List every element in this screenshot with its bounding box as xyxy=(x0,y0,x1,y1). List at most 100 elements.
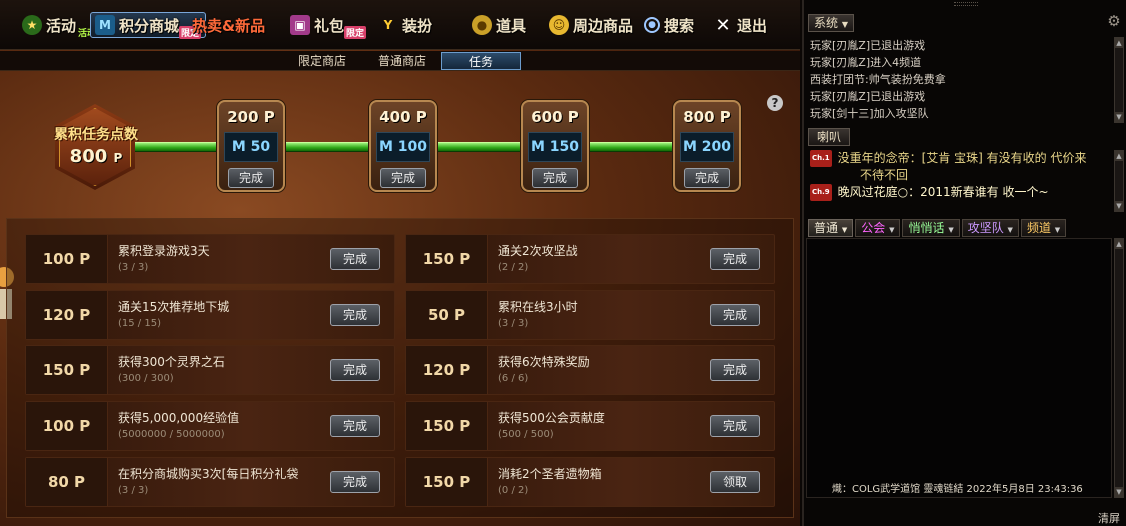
task-list: 100 P 累积登录游戏3天 (3 / 3) 完成 150 P 通关2次攻坚战 … xyxy=(6,218,794,518)
milestone-complete-button[interactable]: 完成 xyxy=(228,168,274,188)
scroll-down-icon[interactable]: ▼ xyxy=(1115,201,1123,211)
nav-points-mall[interactable]: M 积分商城 限定 xyxy=(90,12,207,39)
chat-scrollbar[interactable]: ▲ ▼ xyxy=(1114,238,1124,498)
milestone-points: 400 P xyxy=(379,108,427,126)
task-progress: (3 / 3) xyxy=(118,262,149,273)
tab-tasks[interactable]: 任务 xyxy=(441,52,521,70)
task-claim-button[interactable]: 领取 xyxy=(710,471,760,493)
tab-whisper[interactable]: 悄悄话 ▼ xyxy=(902,219,960,237)
tab-normal-shop[interactable]: 普通商店 xyxy=(370,52,434,70)
trophy-icon: Y xyxy=(383,18,393,32)
progress-bar-segment xyxy=(285,142,369,152)
system-label: 系统 xyxy=(814,16,839,30)
system-scrollbar[interactable]: ▲ ▼ xyxy=(1114,37,1124,123)
search-icon: ● xyxy=(644,17,660,33)
log-line: 西装打团节:帅气装扮免费拿 xyxy=(810,73,946,86)
clear-button[interactable]: 清屏 xyxy=(1098,510,1120,526)
scroll-down-icon[interactable]: ▼ xyxy=(1115,112,1123,122)
nav-label: 装扮 xyxy=(402,16,433,35)
task-points: 80 P xyxy=(26,458,108,506)
task-complete-button[interactable]: 完成 xyxy=(330,304,380,326)
task-progress: (3 / 3) xyxy=(498,318,529,329)
scroll-up-icon[interactable]: ▲ xyxy=(1115,239,1123,249)
horn-line: Ch.1 没重年的念帝：[艾肯 宝珠] 有没有收的 代价来 xyxy=(810,150,1110,167)
milestone-complete-button[interactable]: 完成 xyxy=(532,168,578,188)
task-complete-button[interactable]: 完成 xyxy=(710,248,760,270)
task-complete-button[interactable]: 完成 xyxy=(710,359,760,381)
horn-tab[interactable]: 喇叭 xyxy=(808,128,851,146)
task-name: 获得6次特殊奖励 xyxy=(498,355,590,369)
task-row: 100 P 累积登录游戏3天 (3 / 3) 完成 xyxy=(25,234,395,284)
tab-label: 频道 xyxy=(1026,221,1051,235)
tab-normal[interactable]: 普通 ▼ xyxy=(808,219,854,237)
task-complete-button[interactable]: 完成 xyxy=(330,471,380,493)
task-progress: (3 / 3) xyxy=(118,485,149,496)
task-name: 获得5,000,000经验值 xyxy=(118,411,240,425)
tab-raid[interactable]: 攻坚队 ▼ xyxy=(961,219,1019,237)
nav-merch[interactable]: ☺ 周边商品 xyxy=(549,12,633,38)
task-name: 消耗2个圣者遗物箱 xyxy=(498,467,602,481)
scroll-up-icon[interactable]: ▲ xyxy=(1115,38,1123,48)
task-name: 累积登录游戏3天 xyxy=(118,244,210,258)
milestone-complete-button[interactable]: 完成 xyxy=(380,168,426,188)
nav-label: 周边商品 xyxy=(573,16,634,35)
task-complete-button[interactable]: 完成 xyxy=(330,415,380,437)
tab-label: 悄悄话 xyxy=(908,221,945,235)
points-total: 800 P xyxy=(46,146,146,167)
nav-exit[interactable]: ✕ 退出 xyxy=(713,12,767,38)
points-value: 800 xyxy=(69,146,108,167)
close-icon: ✕ xyxy=(715,14,731,36)
game-panel: ★ 活动 活动 M 积分商城 限定 热卖&新品 ▣ 礼包 限定 Y 装扮 ● 道… xyxy=(0,0,800,526)
help-icon[interactable]: ? xyxy=(767,95,783,111)
task-complete-button[interactable]: 完成 xyxy=(330,359,380,381)
nav-search[interactable]: ● 搜索 xyxy=(644,12,694,38)
task-progress: (0 / 2) xyxy=(498,485,529,496)
task-points: 50 P xyxy=(406,291,488,339)
horn-log: Ch.1 没重年的念帝：[艾肯 宝珠] 有没有收的 代价来 不待不回 Ch.9 晚风… xyxy=(810,150,1110,210)
task-name: 在积分商城购买3次[每日积分礼袋 xyxy=(118,467,299,481)
chevron-down-icon: ▼ xyxy=(1054,226,1061,234)
scroll-down-icon[interactable]: ▼ xyxy=(1115,487,1123,497)
nav-items[interactable]: ● 道具 xyxy=(472,12,526,38)
chat-body xyxy=(806,238,1112,498)
drag-handle[interactable] xyxy=(954,2,978,6)
task-complete-button[interactable]: 完成 xyxy=(710,415,760,437)
task-points: 150 P xyxy=(406,458,488,506)
horn-scrollbar[interactable]: ▲ ▼ xyxy=(1114,150,1124,212)
milestone-reward: M 200 xyxy=(680,132,734,162)
tab-label: 普通 xyxy=(814,221,839,235)
gear-icon[interactable]: ⚙ xyxy=(1106,13,1122,29)
tab-guild[interactable]: 公会 ▼ xyxy=(855,219,901,237)
milestone-reward: M 50 xyxy=(224,132,278,162)
nav-hot-new[interactable]: 热卖&新品 xyxy=(192,12,265,38)
nav-avatar[interactable]: Y 装扮 xyxy=(378,12,432,38)
nav-gift[interactable]: ▣ 礼包 限定 xyxy=(290,12,367,39)
gift-icon: ▣ xyxy=(290,15,310,35)
nav-label: 搜索 xyxy=(664,16,695,35)
coin-icon: ● xyxy=(472,15,492,35)
tab-channel[interactable]: 频道 ▼ xyxy=(1020,219,1067,237)
system-channel-dropdown[interactable]: 系统 ▼ xyxy=(808,14,854,32)
nav-label: 积分商城 xyxy=(119,16,180,35)
task-row: 120 P 获得6次特殊奖励 (6 / 6) 完成 xyxy=(405,345,775,395)
chevron-down-icon: ▼ xyxy=(889,226,895,234)
task-complete-button[interactable]: 完成 xyxy=(710,304,760,326)
task-points: 150 P xyxy=(406,402,488,450)
milestone-complete-button[interactable]: 完成 xyxy=(684,168,730,188)
top-nav: ★ 活动 活动 M 积分商城 限定 热卖&新品 ▣ 礼包 限定 Y 装扮 ● 道… xyxy=(0,0,800,50)
task-row: 150 P 获得300个灵界之石 (300 / 300) 完成 xyxy=(25,345,395,395)
channel-badge: Ch.9 xyxy=(810,184,832,201)
smiley-icon: ☺ xyxy=(549,15,569,35)
nav-label: 退出 xyxy=(737,16,768,35)
chevron-down-icon: ▼ xyxy=(841,226,848,234)
nav-activity[interactable]: ★ 活动 活动 xyxy=(22,12,98,39)
task-points: 120 P xyxy=(406,346,488,394)
task-complete-button[interactable]: 完成 xyxy=(330,248,380,270)
milestone-reward: M 100 xyxy=(376,132,430,162)
task-row: 150 P 获得500公会贡献度 (500 / 500) 完成 xyxy=(405,401,775,451)
milestone-points: 800 P xyxy=(683,108,731,126)
scroll-up-icon[interactable]: ▲ xyxy=(1115,151,1123,161)
tab-limited-shop[interactable]: 限定商店 xyxy=(290,52,354,70)
milestone-points: 600 P xyxy=(531,108,579,126)
task-name: 通关2次攻坚战 xyxy=(498,244,578,258)
